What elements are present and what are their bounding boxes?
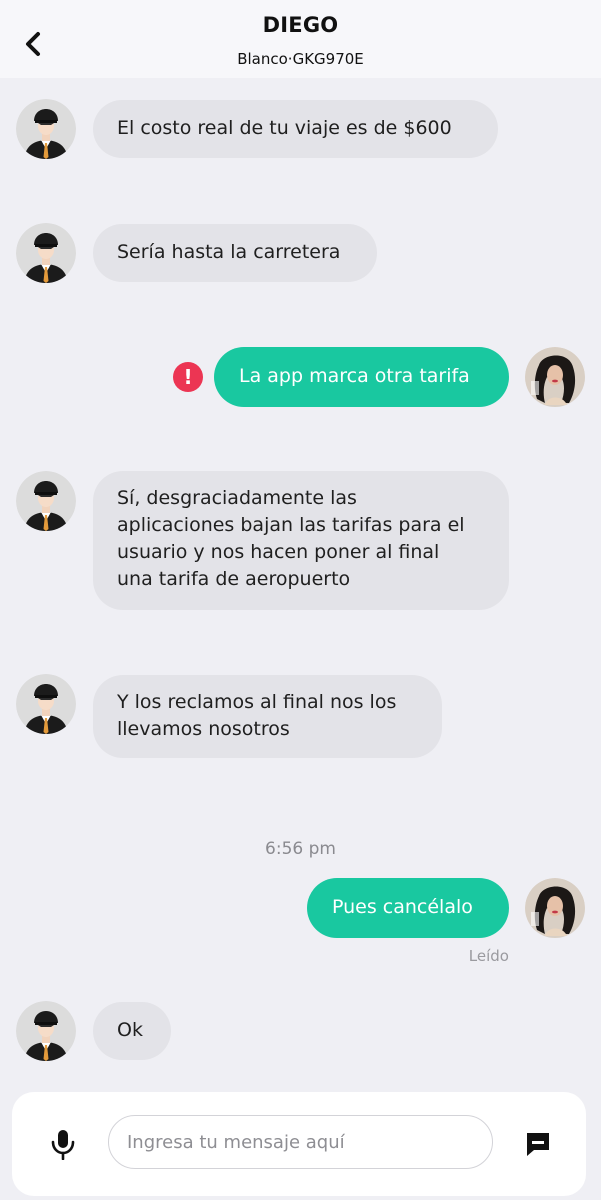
- message-bubble-outgoing: Pues cancélalo: [307, 878, 509, 938]
- send-error-icon[interactable]: !: [173, 362, 203, 392]
- message-bubble-incoming: Sí, desgraciadamente las aplicaciones ba…: [93, 471, 509, 610]
- message-line: usuario y nos hacen poner al final: [117, 541, 440, 563]
- message-text: Pues cancélalo: [332, 896, 473, 918]
- driver-avatar: [16, 1001, 76, 1061]
- send-button[interactable]: [524, 1130, 552, 1158]
- message-bubble-incoming: Ok: [93, 1002, 171, 1060]
- message-composer: [12, 1092, 586, 1196]
- message-text: Ok: [117, 1019, 143, 1041]
- microphone-button[interactable]: [50, 1128, 76, 1161]
- message-bubble-outgoing: La app marca otra tarifa: [214, 347, 509, 407]
- driver-avatar: [16, 223, 76, 283]
- message-line: una tarifa de aeropuerto: [117, 568, 351, 590]
- message-text: Sería hasta la carretera: [117, 241, 341, 263]
- driver-avatar: [16, 99, 76, 159]
- chat-header: DIEGO Blanco·GKG970E: [0, 0, 601, 78]
- message-bubble-incoming: Y los reclamos al final nos los llevamos…: [93, 675, 442, 758]
- message-input[interactable]: [108, 1115, 493, 1169]
- driver-name: DIEGO: [262, 13, 339, 37]
- user-avatar: [525, 347, 585, 407]
- read-receipt: Leído: [468, 947, 509, 965]
- vehicle-info: Blanco·GKG970E: [237, 50, 364, 68]
- message-text: La app marca otra tarifa: [239, 365, 470, 387]
- message-line: Sí, desgraciadamente las: [117, 487, 357, 509]
- message-bubble-incoming: Sería hasta la carretera: [93, 224, 377, 282]
- message-icon: [527, 1133, 549, 1156]
- user-avatar: [525, 878, 585, 938]
- driver-avatar: [16, 471, 76, 531]
- message-text: El costo real de tu viaje es de $600: [117, 117, 452, 139]
- microphone-icon: [51, 1130, 75, 1161]
- message-line: llevamos nosotros: [117, 718, 290, 740]
- message-bubble-incoming: El costo real de tu viaje es de $600: [93, 100, 498, 158]
- message-timestamp: 6:56 pm: [265, 839, 336, 859]
- message-line: Y los reclamos al final nos los: [117, 691, 397, 713]
- driver-avatar: [16, 674, 76, 734]
- message-line: aplicaciones bajan las tarifas para el: [117, 514, 465, 536]
